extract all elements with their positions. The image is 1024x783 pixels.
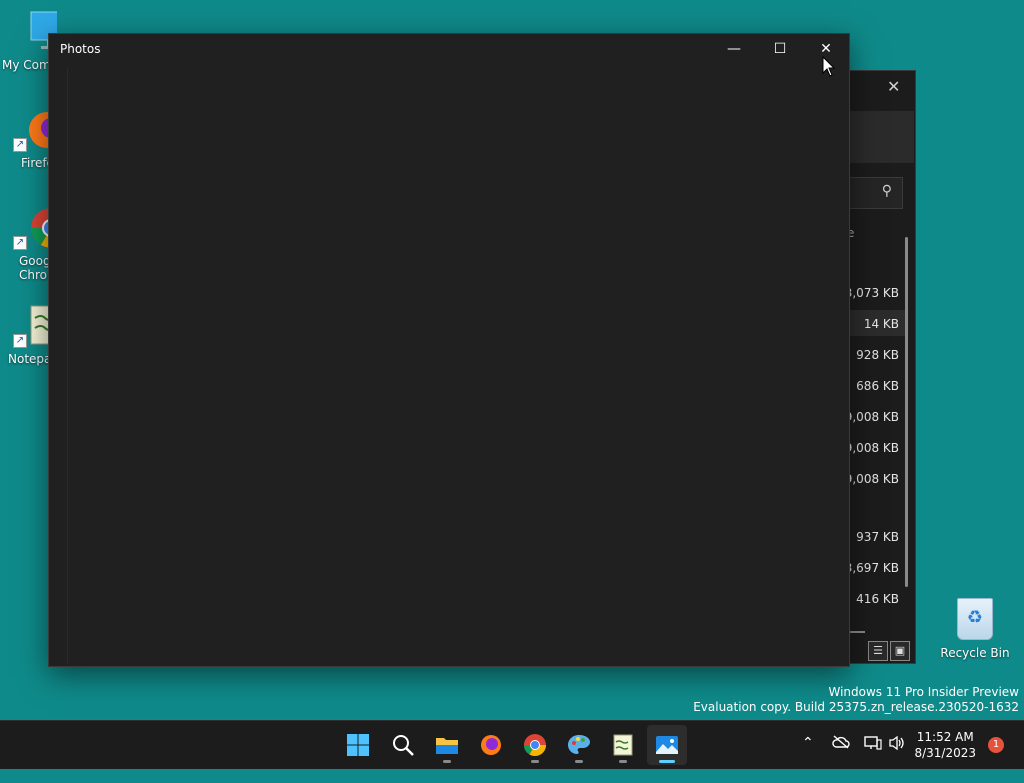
notepad-icon bbox=[613, 734, 633, 756]
folder-icon bbox=[436, 738, 458, 754]
running-indicator bbox=[443, 760, 451, 763]
volume-icon[interactable] bbox=[888, 735, 906, 783]
window-title: Photos bbox=[60, 42, 101, 56]
file-size: 928 KB bbox=[856, 348, 899, 362]
search-icon: ⚲ bbox=[881, 183, 892, 199]
running-indicator bbox=[619, 760, 627, 763]
search-icon bbox=[393, 735, 414, 756]
search-button[interactable] bbox=[383, 725, 423, 765]
content-divider bbox=[67, 68, 68, 664]
file-size: 937 KB bbox=[856, 530, 899, 544]
details-view-button[interactable]: ☰ bbox=[868, 641, 888, 661]
desktop-icon-label: Recycle Bin bbox=[940, 646, 1010, 660]
shortcut-arrow-icon: ↗ bbox=[13, 138, 27, 152]
running-indicator bbox=[575, 760, 583, 763]
start-button[interactable] bbox=[338, 725, 378, 765]
onedrive-cloud-icon[interactable] bbox=[832, 735, 850, 783]
tray-overflow-chevron-icon[interactable]: ⌃ bbox=[802, 735, 814, 783]
minimize-button[interactable]: — bbox=[711, 34, 757, 64]
paint-palette-icon bbox=[568, 735, 590, 754]
shortcut-arrow-icon: ↗ bbox=[13, 236, 27, 250]
photos-icon bbox=[656, 736, 678, 754]
large-icons-view-button[interactable]: ▣ bbox=[890, 641, 910, 661]
maximize-button[interactable]: ☐ bbox=[757, 34, 803, 64]
clock-time: 11:52 AM bbox=[916, 730, 974, 744]
notification-badge[interactable]: 1 bbox=[988, 737, 1004, 753]
taskbar-notepad[interactable] bbox=[603, 725, 643, 765]
desktop-icon-recycle-bin[interactable]: Recycle Bin bbox=[940, 598, 1010, 660]
windows-logo-icon bbox=[347, 734, 369, 756]
recycle-bin-icon bbox=[957, 598, 993, 640]
network-icon[interactable] bbox=[864, 735, 882, 783]
explorer-close-icon[interactable]: ✕ bbox=[887, 77, 900, 96]
watermark-line: Evaluation copy. Build 25375.zn_release.… bbox=[693, 700, 1019, 714]
explorer-scrollbar[interactable] bbox=[905, 237, 908, 587]
clock-date: 8/31/2023 bbox=[914, 746, 976, 760]
taskbar-clock[interactable]: 11:52 AM 8/31/2023 bbox=[914, 729, 976, 761]
photos-window[interactable]: Photos — ☐ ✕ bbox=[48, 33, 850, 667]
shortcut-arrow-icon: ↗ bbox=[13, 334, 27, 348]
taskbar-firefox[interactable] bbox=[471, 725, 511, 765]
taskbar-paint[interactable] bbox=[559, 725, 599, 765]
taskbar-chrome[interactable] bbox=[515, 725, 555, 765]
file-size: 686 KB bbox=[856, 379, 899, 393]
running-indicator bbox=[531, 760, 539, 763]
watermark-line: Windows 11 Pro Insider Preview bbox=[828, 685, 1019, 699]
chrome-icon bbox=[524, 734, 546, 756]
taskbar: ⌃ 11:52 AM 8/31/2023 1 bbox=[0, 720, 1024, 769]
explorer-horizontal-scrollbar[interactable] bbox=[849, 631, 865, 633]
taskbar-file-explorer[interactable] bbox=[427, 725, 467, 765]
file-size: 14 KB bbox=[863, 317, 899, 331]
file-size: 3,697 KB bbox=[844, 561, 899, 575]
firefox-icon bbox=[481, 735, 501, 755]
active-indicator bbox=[659, 760, 675, 763]
file-size: 416 KB bbox=[856, 592, 899, 606]
taskbar-photos[interactable] bbox=[647, 725, 687, 765]
evaluation-watermark: Windows 11 Pro Insider Preview Evaluatio… bbox=[693, 685, 1019, 715]
